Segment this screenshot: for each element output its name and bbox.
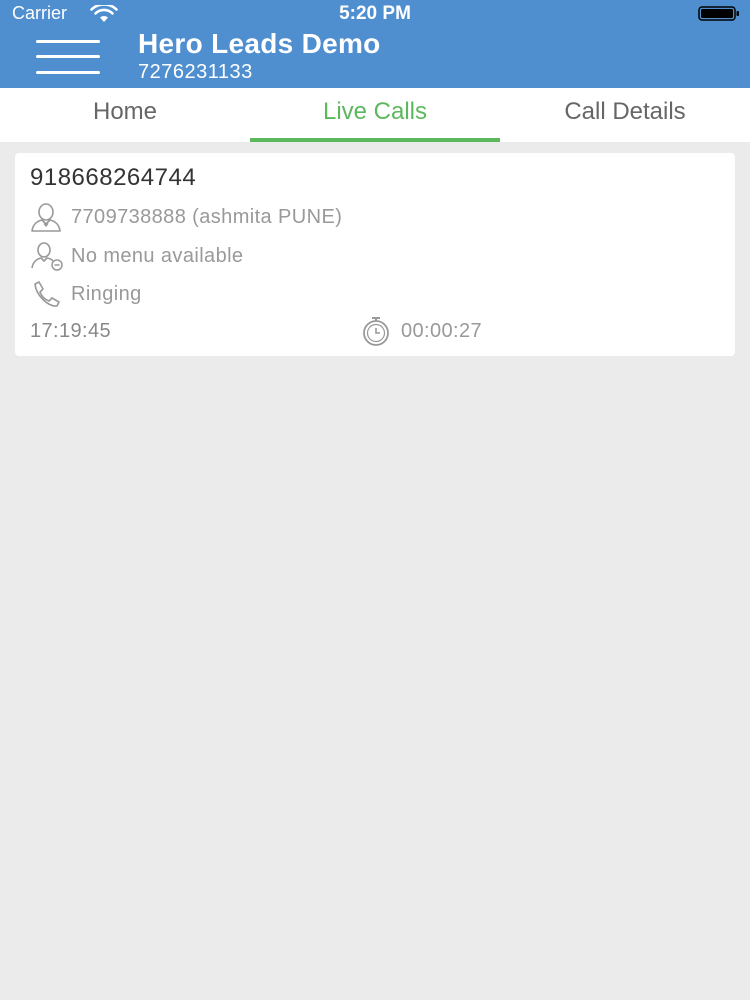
- hamburger-menu-icon[interactable]: [36, 38, 100, 78]
- call-duration-value: 00:00:27: [401, 319, 483, 342]
- page-title: Hero Leads Demo: [138, 28, 381, 59]
- status-time: 5:20 PM: [339, 3, 411, 24]
- call-status: Ringing: [71, 282, 142, 305]
- status-row: Ringing: [29, 279, 142, 309]
- battery-icon: [698, 6, 739, 21]
- live-call-card[interactable]: 918668264744 7709738888 (ashmita PUNE) N…: [15, 153, 735, 356]
- person-menu-icon: [29, 241, 65, 271]
- menu-label: No menu available: [71, 244, 244, 267]
- status-bar: Carrier 5:20 PM: [0, 0, 750, 28]
- tab-home[interactable]: Home: [0, 88, 250, 142]
- caller-number: 918668264744: [30, 164, 197, 191]
- agent-label: 7709738888 (ashmita PUNE): [71, 205, 343, 228]
- agent-row: 7709738888 (ashmita PUNE): [29, 202, 342, 232]
- phone-icon: [29, 279, 65, 309]
- stopwatch-icon: [363, 317, 389, 346]
- account-number: 7276231133: [138, 61, 253, 83]
- menu-row: No menu available: [29, 241, 243, 271]
- person-icon: [29, 202, 65, 232]
- tab-bar: Home Live Calls Call Details: [0, 88, 750, 142]
- call-start-time: 17:19:45: [30, 320, 112, 342]
- tab-call-details[interactable]: Call Details: [500, 88, 750, 142]
- tab-live-calls[interactable]: Live Calls: [250, 88, 500, 142]
- call-duration: 00:00:27: [359, 315, 482, 347]
- app-header: Carrier 5:20 PM Hero Leads Demo 72762311…: [0, 0, 750, 88]
